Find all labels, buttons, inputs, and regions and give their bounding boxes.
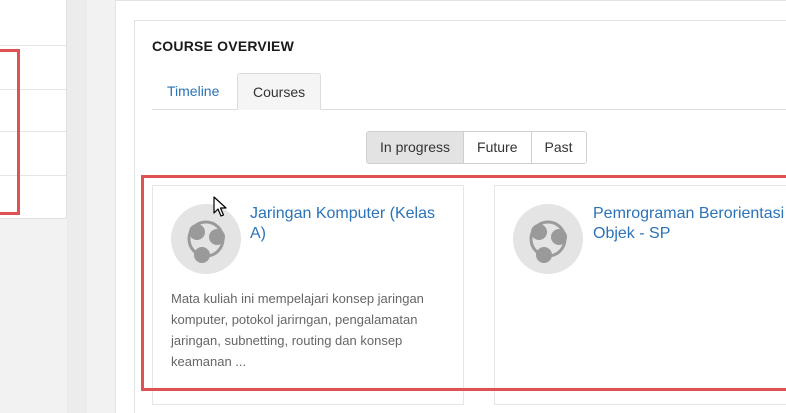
course-title-link[interactable]: Pemrograman Berorientasi Objek - SP [593, 204, 786, 244]
course-filter-group: In progress Future Past [366, 131, 587, 164]
course-description: Mata kuliah ini mempelajari konsep jarin… [171, 291, 424, 369]
main-top-border [115, 0, 786, 1]
course-pie-icon [171, 204, 241, 274]
course-card[interactable]: Jaringan Komputer (Kelas A) Mata kuliah … [152, 185, 464, 405]
sidebar-row-divider [0, 45, 66, 46]
filter-in-progress-button[interactable]: In progress [367, 132, 465, 163]
page-gutter [67, 0, 87, 413]
filter-future-button[interactable]: Future [464, 132, 532, 163]
sidebar-highlight-annotation [0, 49, 20, 215]
filter-past-button[interactable]: Past [531, 132, 586, 163]
course-title-link[interactable]: Jaringan Komputer (Kelas A) [250, 204, 450, 244]
course-pie-icon [513, 204, 583, 274]
course-card[interactable]: Pemrograman Berorientasi Objek - SP [494, 185, 786, 405]
block-title: COURSE OVERVIEW [152, 38, 294, 54]
tab-courses[interactable]: Courses [237, 73, 322, 110]
mouse-pointer-icon [213, 196, 227, 223]
tab-timeline[interactable]: Timeline [152, 73, 234, 110]
course-overview-tabs: Timeline Courses [152, 73, 786, 110]
